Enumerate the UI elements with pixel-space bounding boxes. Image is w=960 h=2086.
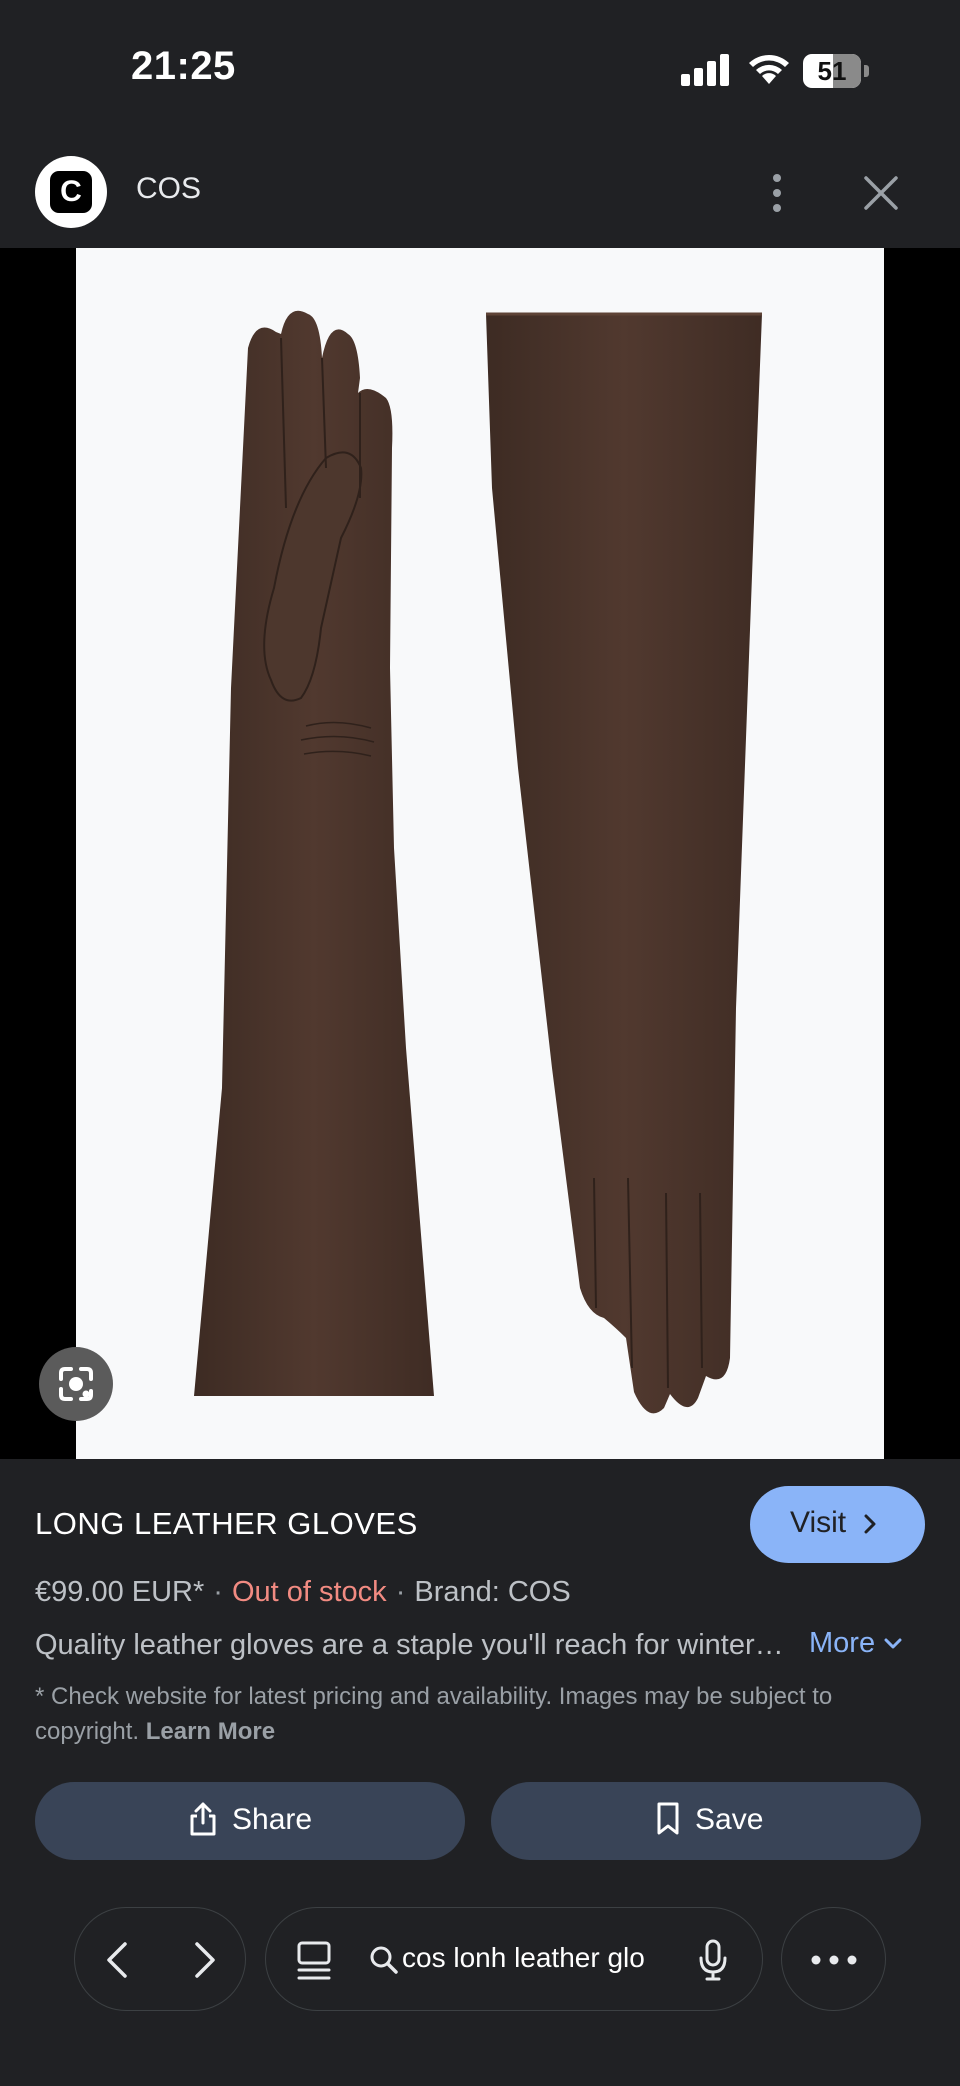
lens-button[interactable]: [39, 1347, 113, 1421]
more-menu-button[interactable]: [781, 1907, 886, 2011]
battery-icon: 51: [803, 54, 869, 88]
signal-icon: [681, 54, 729, 86]
learn-more-link[interactable]: Learn More: [146, 1718, 275, 1745]
status-time: 21:25: [131, 44, 236, 88]
product-meta: €99.00 EUR* · Out of stock · Brand: COS: [35, 1576, 571, 1608]
bookmark-icon: [657, 1802, 679, 1835]
chevron-right-icon: [864, 1514, 876, 1534]
product-price: €99.00 EUR*: [35, 1576, 205, 1608]
nav-pill: [74, 1907, 246, 2011]
more-vert-icon[interactable]: [760, 170, 794, 216]
wifi-icon: [749, 55, 789, 84]
forward-icon[interactable]: [181, 1938, 225, 1982]
more-button[interactable]: More: [809, 1627, 903, 1660]
top-bar: C COS: [0, 140, 960, 248]
search-icon: [370, 1946, 398, 1974]
product-description: Quality leather gloves are a staple you'…: [35, 1629, 790, 1661]
back-icon[interactable]: [97, 1938, 141, 1982]
search-input[interactable]: cos lonh leather glo: [402, 1942, 662, 1974]
stock-status: Out of stock: [231, 1576, 387, 1608]
visit-button[interactable]: Visit: [750, 1486, 925, 1563]
lens-icon: [59, 1367, 93, 1401]
battery-level: 51: [817, 56, 847, 86]
product-brand: Brand: COS: [414, 1576, 571, 1608]
visit-label: Visit: [790, 1506, 847, 1539]
product-title: LONG LEATHER GLOVES: [35, 1506, 418, 1541]
tabs-icon[interactable]: [296, 1940, 332, 1982]
image-viewer: [0, 248, 960, 1459]
more-label: More: [809, 1627, 876, 1659]
search-bar[interactable]: cos lonh leather glo: [265, 1907, 763, 2011]
close-icon[interactable]: [861, 173, 901, 213]
save-button[interactable]: Save: [491, 1782, 921, 1860]
save-label: Save: [695, 1803, 764, 1836]
gloves-illustration: [194, 310, 762, 1414]
share-button[interactable]: Share: [35, 1782, 465, 1860]
product-image[interactable]: [76, 248, 884, 1459]
disclaimer: * Check website for latest pricing and a…: [35, 1679, 930, 1749]
status-bar: 21:25 51: [0, 0, 960, 140]
share-label: Share: [232, 1803, 313, 1836]
more-horiz-icon: [811, 1955, 857, 1965]
site-logo[interactable]: C: [35, 156, 107, 228]
logo-letter: C: [50, 171, 92, 213]
share-icon: [190, 1802, 216, 1836]
mic-icon[interactable]: [698, 1938, 728, 1982]
site-name[interactable]: COS: [136, 172, 201, 206]
chevron-down-icon: [884, 1638, 902, 1649]
